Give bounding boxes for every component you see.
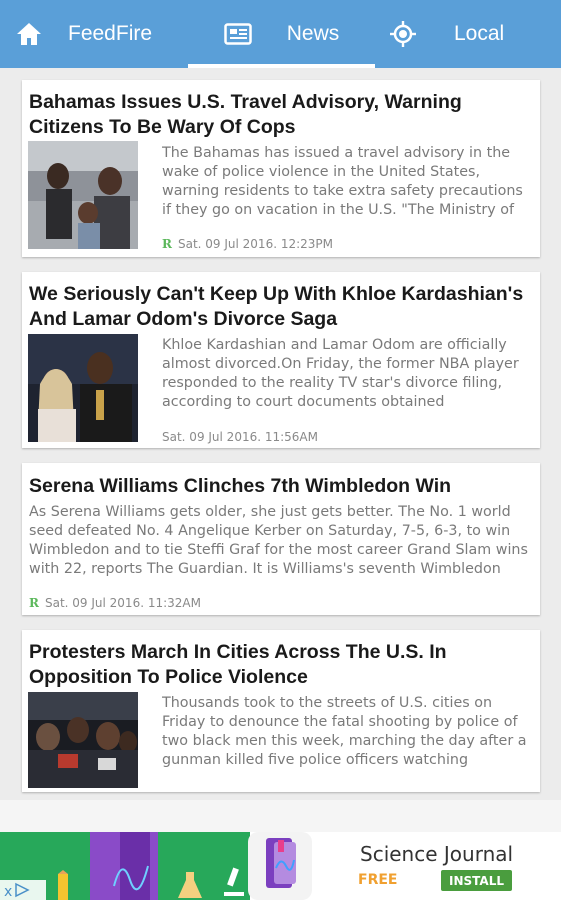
top-app-bar: FeedFire News Local [0, 0, 561, 68]
pencil-icon [52, 870, 74, 900]
newspaper-icon [223, 23, 252, 45]
article-card[interactable]: Serena Williams Clinches 7th Wimbledon W… [22, 463, 540, 615]
location-target-icon [390, 21, 416, 47]
tab-news-label: News [286, 22, 340, 45]
article-meta: R Sat. 09 Jul 2016. 12:23PM [162, 237, 333, 251]
science-journal-app-icon[interactable] [248, 832, 312, 900]
article-card[interactable]: Protesters March In Cities Across The U.… [22, 630, 540, 792]
article-title[interactable]: Bahamas Issues U.S. Travel Advisory, War… [29, 90, 532, 140]
article-card[interactable]: We Seriously Can't Keep Up With Khloe Ka… [22, 272, 540, 448]
article-excerpt: As Serena Williams gets older, she just … [29, 504, 528, 577]
home-icon [16, 22, 42, 46]
flask-icon [178, 872, 202, 900]
tab-news[interactable]: News [188, 0, 375, 68]
active-tab-indicator [188, 64, 375, 68]
ad-app-title[interactable]: Science Journal [360, 842, 513, 866]
svg-text:x: x [4, 884, 12, 900]
article-meta: R Sat. 09 Jul 2016. 11:32AM [29, 596, 201, 610]
article-title[interactable]: We Seriously Can't Keep Up With Khloe Ka… [29, 282, 532, 332]
tab-feedfire[interactable]: FeedFire [16, 0, 152, 68]
ad-banner[interactable]: Science Journal FREE INSTALL [0, 832, 561, 900]
content-bottom-spacer [0, 800, 561, 832]
article-date: Sat. 09 Jul 2016. 11:56AM [162, 430, 318, 444]
microscope-icon [222, 866, 246, 900]
rss-icon: R [162, 237, 172, 251]
chart-icon [112, 856, 152, 900]
article-excerpt: Khloe Kardashian and Lamar Odom are offi… [162, 337, 519, 410]
tab-local[interactable]: Local [390, 0, 504, 68]
article-title[interactable]: Serena Williams Clinches 7th Wimbledon W… [29, 474, 532, 499]
ad-price: FREE [358, 872, 398, 888]
article-date: Sat. 09 Jul 2016. 12:23PM [177, 237, 334, 251]
article-title[interactable]: Protesters March In Cities Across The U.… [29, 640, 532, 690]
rss-icon: R [29, 596, 39, 610]
article-meta: Sat. 09 Jul 2016. 11:56AM [162, 430, 318, 444]
tab-local-label: Local [454, 22, 505, 45]
tab-feedfire-label: FeedFire [68, 22, 153, 45]
article-excerpt: The Bahamas has issued a travel advisory… [162, 145, 523, 218]
article-thumbnail[interactable] [28, 141, 138, 249]
article-date: Sat. 09 Jul 2016. 11:32AM [44, 596, 201, 610]
article-excerpt: Thousands took to the streets of U.S. ci… [162, 695, 527, 768]
adchoices-icon[interactable]: x [0, 846, 46, 900]
ad-install-button[interactable]: INSTALL [441, 870, 512, 891]
article-thumbnail[interactable] [28, 692, 138, 788]
article-card[interactable]: Bahamas Issues U.S. Travel Advisory, War… [22, 80, 540, 257]
article-thumbnail[interactable] [28, 334, 138, 442]
